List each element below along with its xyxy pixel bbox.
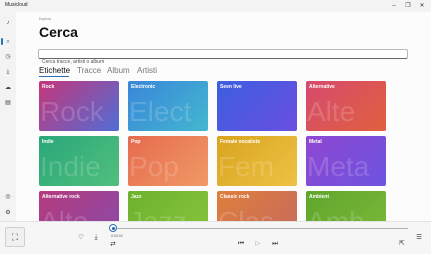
download-icon[interactable]: ⤓ <box>91 233 101 243</box>
album-art-icon[interactable]: ⛶ <box>5 227 25 247</box>
minimize-icon[interactable]: – <box>389 1 399 11</box>
seek-thumb-dot <box>112 227 115 230</box>
seek-track[interactable] <box>113 228 408 229</box>
previous-icon[interactable]: ⏮ <box>236 239 246 249</box>
repeat-icon[interactable]: ⇄ <box>108 240 118 250</box>
tile-watermark: Jazz <box>129 206 187 221</box>
genre-tile-rock[interactable]: Rock Rock <box>39 81 119 131</box>
tile-label: Electronic <box>131 84 156 90</box>
genre-tile-seen-live[interactable]: Seen live <box>217 81 297 131</box>
tile-label: Rock <box>42 84 55 90</box>
tile-watermark: Rock <box>40 96 104 127</box>
tile-label: Metal <box>309 139 322 145</box>
download-icon[interactable]: ⤓ <box>0 66 16 78</box>
tab-tracce[interactable]: Tracce <box>77 66 101 75</box>
tile-watermark: Meta <box>307 151 370 182</box>
genre-tile-jazz[interactable]: Jazz Jazz <box>128 191 208 221</box>
tile-label: Ambient <box>309 194 329 200</box>
genre-tile-ambient[interactable]: Amb Ambient <box>306 191 386 221</box>
tile-watermark: Alte <box>40 206 88 221</box>
tile-label: Female vocalists <box>220 139 261 145</box>
tile-watermark: Amb <box>307 206 365 221</box>
genre-tile-electronic[interactable]: Elect Electronic <box>128 81 208 131</box>
sidebar: ♪ ⌕ ◷ ⤓ ☁ ▤ ◎ ⚙ <box>0 12 16 221</box>
tab-album[interactable]: Album <box>107 66 130 75</box>
tile-watermark: Elect <box>129 96 192 127</box>
tile-watermark: Pop <box>129 151 179 182</box>
genre-tile-alternative-rock[interactable]: Alte Alternative rock <box>39 191 119 221</box>
title-bar: Musicloud – ❐ ✕ <box>0 0 431 12</box>
tile-label: Indie <box>42 139 54 145</box>
maximize-icon[interactable]: ❐ <box>403 1 413 11</box>
genre-tile-female-vocalists[interactable]: Fem Female vocalists <box>217 136 297 186</box>
search-icon[interactable]: ⌕ <box>0 36 16 48</box>
genre-tile-pop[interactable]: Pop Pop <box>128 136 208 186</box>
account-icon[interactable]: ◎ <box>0 191 16 203</box>
main-content: Esplora Cerca Etichette Tracce Album Art… <box>16 12 431 221</box>
tile-label: Classic rock <box>220 194 250 200</box>
like-icon[interactable]: ♡ <box>76 233 86 243</box>
settings-icon[interactable]: ⚙ <box>0 207 16 219</box>
next-icon[interactable]: ⏭ <box>270 239 280 249</box>
tile-watermark: Alte <box>307 96 356 127</box>
tile-watermark: Clas <box>218 206 274 221</box>
tab-artisti[interactable]: Artisti <box>137 66 157 75</box>
app-title: Musicloud <box>5 2 28 8</box>
genre-tile-alternative[interactable]: Alte Alternative <box>306 81 386 131</box>
genre-tile-indie[interactable]: Indie Indie <box>39 136 119 186</box>
tile-label: Pop <box>131 139 141 145</box>
tab-etichette[interactable]: Etichette <box>39 66 70 75</box>
queue-icon[interactable]: ☰ <box>414 233 424 243</box>
tile-label: Seen live <box>220 84 242 90</box>
breadcrumb: Esplora <box>39 17 51 21</box>
tile-label: Jazz <box>131 194 142 200</box>
search-input[interactable] <box>39 58 407 66</box>
close-icon[interactable]: ✕ <box>417 1 427 11</box>
music-note-icon[interactable]: ♪ <box>0 17 16 29</box>
play-icon[interactable]: ▷ <box>253 239 263 249</box>
cloud-icon[interactable]: ☁ <box>0 82 16 94</box>
tile-watermark: Indie <box>40 151 101 182</box>
seek-thumb[interactable] <box>109 224 117 232</box>
tile-watermark: Fem <box>218 151 274 182</box>
library-icon[interactable]: ▤ <box>0 97 16 109</box>
tile-label: Alternative <box>309 84 335 90</box>
genre-tile-classic-rock[interactable]: Clas Classic rock <box>217 191 297 221</box>
genre-tile-metal[interactable]: Meta Metal <box>306 136 386 186</box>
page-title: Cerca <box>39 24 78 40</box>
tile-label: Alternative rock <box>42 194 80 200</box>
history-icon[interactable]: ◷ <box>0 51 16 63</box>
share-icon[interactable]: ⇱ <box>397 239 407 249</box>
search-box <box>38 49 408 66</box>
elapsed-time: 0:00:00 <box>111 234 123 238</box>
player-bar: ⛶ ♡ ⤓ 0:00:00 ⇄ ⏮ ▷ ⏭ ⇱ ☰ <box>0 221 431 254</box>
active-tab-underline <box>39 76 69 77</box>
